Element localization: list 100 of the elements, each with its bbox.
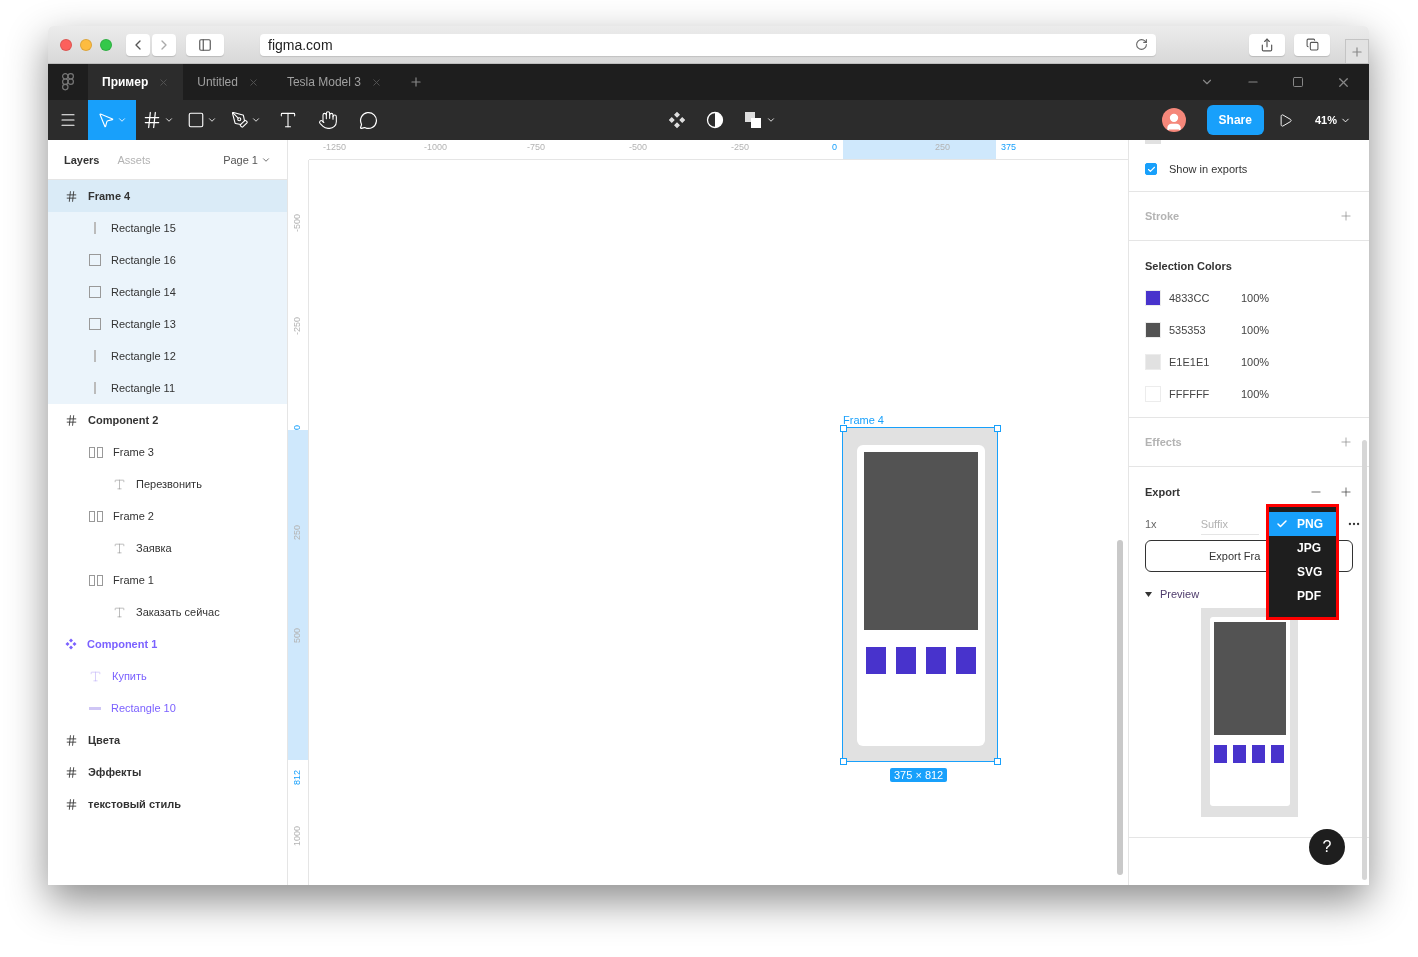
text-icon xyxy=(113,477,126,491)
layer-row[interactable]: Frame 2 xyxy=(48,500,287,532)
layer-row[interactable]: Купить xyxy=(48,660,287,692)
square-block xyxy=(956,647,976,674)
file-tab[interactable]: Пример xyxy=(88,64,184,100)
layer-row[interactable]: Заказать сейчас xyxy=(48,596,287,628)
checkbox[interactable] xyxy=(1145,163,1157,175)
layer-row[interactable]: Эффекты xyxy=(48,756,287,788)
rectangle-icon xyxy=(89,254,101,266)
layer-row[interactable]: Frame 4 xyxy=(48,180,287,212)
frame-icon xyxy=(142,110,162,130)
close-light xyxy=(60,38,72,51)
ruler-label: -1250 xyxy=(323,142,347,152)
zoom-menu[interactable]: 41% xyxy=(1308,113,1357,127)
triangle-down-icon[interactable] xyxy=(1145,590,1152,598)
layer-row[interactable]: Component 2 xyxy=(48,404,287,436)
scale-value: 1x xyxy=(1145,518,1157,530)
color-hex: FFFFFF xyxy=(1169,388,1211,400)
present-icon[interactable] xyxy=(1277,112,1293,128)
layer-row[interactable]: Rectangle 11 xyxy=(48,372,287,404)
url-text: figma.com xyxy=(268,36,334,53)
layer-row[interactable]: Rectangle 14 xyxy=(48,276,287,308)
ruler-label: 1000 xyxy=(292,825,302,846)
layer-row[interactable]: Rectangle 10 xyxy=(48,692,287,724)
frame-label: Frame 4 xyxy=(843,414,884,426)
square-block xyxy=(896,647,916,674)
color-opacity: 100% xyxy=(1241,356,1270,368)
section-title: Selection Colors xyxy=(1145,260,1232,272)
plus-icon xyxy=(1339,485,1353,499)
checkbox-label: Show in exports xyxy=(1169,163,1248,175)
color-swatch[interactable] xyxy=(1145,322,1161,338)
layer-row[interactable]: Rectangle 15 xyxy=(48,212,287,244)
color-hex: 4833CC xyxy=(1169,292,1211,304)
address-bar[interactable]: figma.com xyxy=(260,33,1156,56)
color-swatch[interactable] xyxy=(1145,290,1161,306)
caret-icon xyxy=(766,115,776,125)
auto-layout-icon xyxy=(89,510,103,522)
share-page-button[interactable] xyxy=(1249,33,1285,56)
mask-icon[interactable] xyxy=(706,111,724,129)
frame-icon xyxy=(65,733,78,747)
frame-artboard[interactable] xyxy=(843,428,997,761)
check-icon xyxy=(1276,518,1288,530)
resize-handle[interactable] xyxy=(994,758,1001,765)
layer-row[interactable]: Rectangle 13 xyxy=(48,308,287,340)
layer-row[interactable]: Component 1 xyxy=(48,628,287,660)
layer-row[interactable]: Заявка xyxy=(48,532,287,564)
layer-row[interactable]: Rectangle 12 xyxy=(48,340,287,372)
caret-icon xyxy=(207,115,217,125)
sidebar-button[interactable] xyxy=(186,33,224,56)
square-block xyxy=(866,647,886,674)
ruler-label: -500 xyxy=(292,214,302,232)
file-tab[interactable]: Untitled xyxy=(183,64,273,100)
frame-icon xyxy=(65,797,78,811)
resize-handle[interactable] xyxy=(840,758,847,765)
new-tab-icon[interactable] xyxy=(408,75,423,89)
layer-row[interactable]: Rectangle 16 xyxy=(48,244,287,276)
plus-icon xyxy=(1339,209,1353,223)
ruler-label: -500 xyxy=(629,142,647,152)
section-title: Effects xyxy=(1145,436,1182,448)
layer-row[interactable]: текстовый стиль xyxy=(48,788,287,820)
pen-icon xyxy=(231,111,249,129)
resize-handle[interactable] xyxy=(840,425,847,432)
file-tab[interactable]: Tesla Model 3 xyxy=(272,64,396,100)
share-icon xyxy=(1260,37,1274,52)
reload-icon[interactable] xyxy=(1135,38,1148,51)
layer-row[interactable]: Перезвонить xyxy=(48,468,287,500)
layer-row[interactable]: Frame 3 xyxy=(48,436,287,468)
rectangle-icon xyxy=(89,286,101,298)
sidebar-icon xyxy=(198,37,212,52)
auto-layout-icon xyxy=(89,574,103,586)
caret-icon xyxy=(251,115,261,125)
avatar[interactable] xyxy=(1161,108,1186,132)
ruler-label: -250 xyxy=(292,317,302,335)
frame-icon xyxy=(65,765,78,779)
color-opacity: 100% xyxy=(1241,388,1270,400)
layer-row[interactable]: Frame 1 xyxy=(48,564,287,596)
component-icon xyxy=(668,111,686,129)
page-menu[interactable]: Page 1 xyxy=(223,153,271,166)
tabs-icon xyxy=(1305,38,1319,51)
help-button[interactable]: ? xyxy=(1309,829,1345,865)
figma-logo-icon xyxy=(62,73,74,91)
ruler-label: 375 xyxy=(1001,142,1017,152)
tabs-button[interactable] xyxy=(1294,33,1330,56)
square-block xyxy=(926,647,946,674)
preview-label: Preview xyxy=(1160,588,1200,600)
color-swatch[interactable] xyxy=(1145,354,1161,370)
color-opacity: 100% xyxy=(1241,324,1270,336)
maximize-icon[interactable] xyxy=(1292,76,1304,88)
size-badge: 375 × 812 xyxy=(890,768,948,782)
text-icon xyxy=(113,541,126,555)
pointer-icon xyxy=(97,111,115,129)
resize-handle[interactable] xyxy=(994,425,1001,432)
menu-icon xyxy=(59,111,77,129)
layer-row[interactable]: Цвета xyxy=(48,724,287,756)
color-hex: 535353 xyxy=(1169,324,1207,336)
menu-item[interactable]: PDF xyxy=(1269,584,1336,608)
boolean-icon[interactable] xyxy=(744,111,762,129)
check-icon xyxy=(1146,164,1156,174)
panel-tab[interactable]: Layers xyxy=(64,153,100,166)
section-title: Export xyxy=(1145,486,1180,498)
